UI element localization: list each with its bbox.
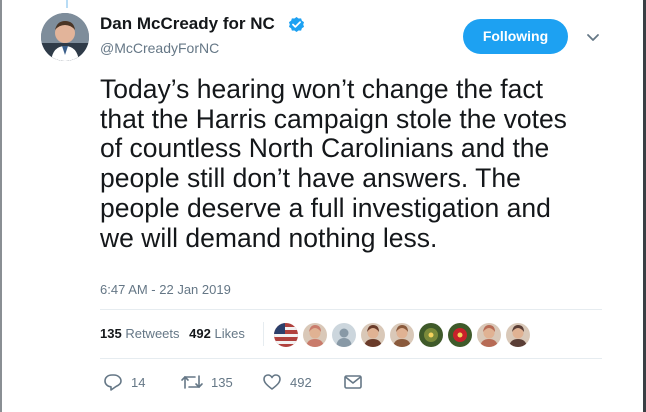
user-avatar-icon[interactable] — [302, 322, 328, 348]
following-button[interactable]: Following — [463, 19, 568, 54]
flower-avatar-icon[interactable] — [418, 322, 444, 348]
reply-action[interactable]: 14 — [103, 372, 153, 392]
tweet-text: Today’s hearing won’t change the fact th… — [100, 74, 610, 253]
user-avatar-icon[interactable] — [505, 322, 531, 348]
reply-icon — [104, 374, 122, 391]
like-action[interactable]: 492 — [262, 372, 322, 392]
stats-separator — [263, 322, 264, 346]
tweet-stats: 135 Retweets 492 Likes — [100, 326, 245, 341]
tweet-timestamp[interactable]: 6:47 AM - 22 Jan 2019 — [100, 282, 231, 297]
tweet-text-line: Today’s hearing won’t change the fact — [100, 74, 543, 104]
user-avatar-icon[interactable] — [476, 322, 502, 348]
user-avatar-icon[interactable] — [389, 322, 415, 348]
likes-stat[interactable]: 492 Likes — [189, 326, 245, 341]
tweet-text-line: that the Harris campaign stole the votes — [100, 103, 567, 134]
flower-avatar-icon[interactable] — [447, 322, 473, 348]
stats-divider-bottom — [100, 358, 602, 359]
likes-stat-count: 492 — [189, 326, 211, 341]
retweets-stat-label: Retweets — [125, 326, 180, 341]
user-avatar-icon[interactable] — [360, 322, 386, 348]
thread-connector — [66, 0, 68, 8]
retweets-stat[interactable]: 135 Retweets — [100, 326, 180, 341]
user-handle[interactable]: @McCreadyForNC — [100, 40, 219, 56]
retweet-count: 135 — [211, 375, 233, 390]
tweet-text-line: people deserve a full investigation and — [100, 192, 551, 223]
tweet-text-line: of countless North Carolinians and the — [100, 133, 550, 164]
reply-count: 14 — [131, 375, 146, 390]
window-edge-left — [0, 0, 2, 412]
verified-badge-icon — [288, 16, 305, 33]
default-avatar-icon[interactable] — [331, 322, 357, 348]
display-name[interactable]: Dan McCready for NC — [100, 14, 275, 34]
direct-message-action[interactable] — [343, 372, 363, 392]
envelope-icon — [344, 375, 362, 389]
retweets-stat-count: 135 — [100, 326, 122, 341]
profile-avatar[interactable] — [41, 13, 89, 61]
chevron-down-icon[interactable] — [584, 28, 602, 46]
likes-stat-label: Likes — [214, 326, 245, 341]
flag-avatar-icon[interactable] — [273, 322, 299, 348]
heart-icon — [263, 374, 281, 390]
retweet-action[interactable]: 135 — [180, 372, 240, 392]
stats-divider-top — [100, 309, 602, 310]
retweet-icon — [181, 375, 203, 389]
like-count: 492 — [290, 375, 312, 390]
tweet-text-line: people still don’t have answers. The — [100, 163, 521, 194]
tweet-text-line: we will demand nothing less. — [100, 222, 438, 253]
